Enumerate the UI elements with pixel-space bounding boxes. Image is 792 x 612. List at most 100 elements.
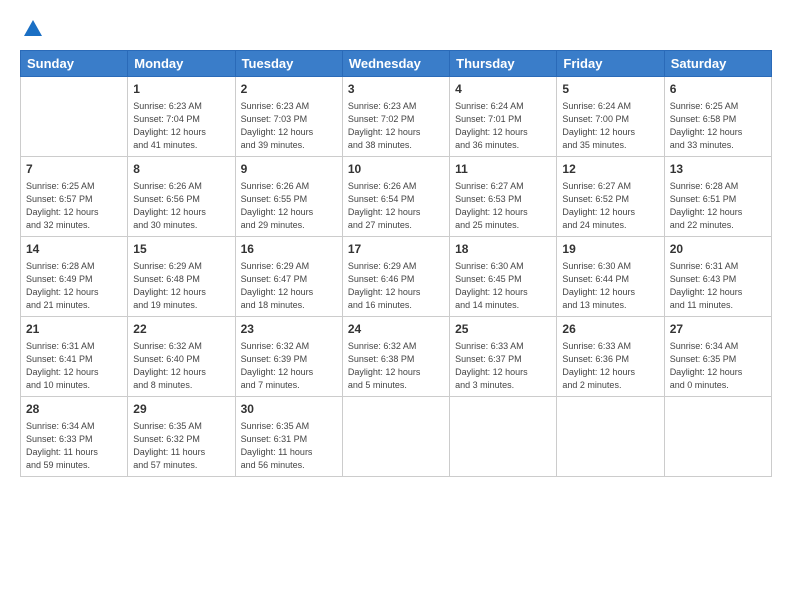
day-info: Sunrise: 6:24 AM Sunset: 7:00 PM Dayligh… (562, 100, 658, 152)
day-number: 13 (670, 161, 766, 178)
day-info: Sunrise: 6:28 AM Sunset: 6:49 PM Dayligh… (26, 260, 122, 312)
calendar-cell: 28 Sunrise: 6:34 AM Sunset: 6:33 PM Dayli… (21, 396, 128, 476)
calendar-cell (557, 396, 664, 476)
weekday-header-saturday: Saturday (664, 51, 771, 77)
calendar-cell (342, 396, 449, 476)
day-number: 8 (133, 161, 229, 178)
calendar-cell: 11Sunrise: 6:27 AM Sunset: 6:53 PM Dayli… (450, 156, 557, 236)
day-info: Sunrise: 6:26 AM Sunset: 6:55 PM Dayligh… (241, 180, 337, 232)
week-row-1: 7 Sunrise: 6:25 AM Sunset: 6:57 PM Daylig… (21, 156, 772, 236)
day-info: Sunrise: 6:35 AM Sunset: 6:32 PM Dayligh… (133, 420, 229, 472)
day-info: Sunrise: 6:28 AM Sunset: 6:51 PM Dayligh… (670, 180, 766, 232)
calendar-cell: 21 Sunrise: 6:31 AM Sunset: 6:41 PM Dayli… (21, 316, 128, 396)
day-number: 24 (348, 321, 444, 338)
day-number: 6 (670, 81, 766, 98)
day-number: 29 (133, 401, 229, 418)
calendar-cell: 4 Sunrise: 6:24 AM Sunset: 7:01 PM Daylig… (450, 77, 557, 157)
calendar-cell: 30 Sunrise: 6:35 AM Sunset: 6:31 PM Dayli… (235, 396, 342, 476)
week-row-4: 28 Sunrise: 6:34 AM Sunset: 6:33 PM Dayli… (21, 396, 772, 476)
calendar-cell: 9 Sunrise: 6:26 AM Sunset: 6:55 PM Daylig… (235, 156, 342, 236)
day-number: 30 (241, 401, 337, 418)
day-info: Sunrise: 6:33 AM Sunset: 6:37 PM Dayligh… (455, 340, 551, 392)
week-row-3: 21 Sunrise: 6:31 AM Sunset: 6:41 PM Dayli… (21, 316, 772, 396)
day-number: 20 (670, 241, 766, 258)
calendar-cell (664, 396, 771, 476)
logo-icon (22, 18, 44, 40)
day-number: 19 (562, 241, 658, 258)
weekday-header-sunday: Sunday (21, 51, 128, 77)
calendar-cell: 17 Sunrise: 6:29 AM Sunset: 6:46 PM Dayli… (342, 236, 449, 316)
calendar-cell: 24 Sunrise: 6:32 AM Sunset: 6:38 PM Dayli… (342, 316, 449, 396)
day-info: Sunrise: 6:32 AM Sunset: 6:38 PM Dayligh… (348, 340, 444, 392)
day-number: 15 (133, 241, 229, 258)
day-info: Sunrise: 6:25 AM Sunset: 6:57 PM Dayligh… (26, 180, 122, 232)
day-info: Sunrise: 6:27 AM Sunset: 6:52 PM Dayligh… (562, 180, 658, 232)
day-number: 2 (241, 81, 337, 98)
calendar-cell: 2 Sunrise: 6:23 AM Sunset: 7:03 PM Daylig… (235, 77, 342, 157)
day-info: Sunrise: 6:33 AM Sunset: 6:36 PM Dayligh… (562, 340, 658, 392)
day-number: 26 (562, 321, 658, 338)
day-info: Sunrise: 6:32 AM Sunset: 6:39 PM Dayligh… (241, 340, 337, 392)
day-info: Sunrise: 6:23 AM Sunset: 7:04 PM Dayligh… (133, 100, 229, 152)
calendar-cell: 29 Sunrise: 6:35 AM Sunset: 6:32 PM Dayli… (128, 396, 235, 476)
day-number: 22 (133, 321, 229, 338)
weekday-header-friday: Friday (557, 51, 664, 77)
day-info: Sunrise: 6:34 AM Sunset: 6:35 PM Dayligh… (670, 340, 766, 392)
weekday-header-row: SundayMondayTuesdayWednesdayThursdayFrid… (21, 51, 772, 77)
calendar-cell: 7 Sunrise: 6:25 AM Sunset: 6:57 PM Daylig… (21, 156, 128, 236)
day-info: Sunrise: 6:31 AM Sunset: 6:43 PM Dayligh… (670, 260, 766, 312)
day-number: 16 (241, 241, 337, 258)
calendar-cell: 16 Sunrise: 6:29 AM Sunset: 6:47 PM Dayli… (235, 236, 342, 316)
weekday-header-wednesday: Wednesday (342, 51, 449, 77)
day-number: 28 (26, 401, 122, 418)
calendar-cell: 26 Sunrise: 6:33 AM Sunset: 6:36 PM Dayli… (557, 316, 664, 396)
day-number: 7 (26, 161, 122, 178)
calendar-cell: 14 Sunrise: 6:28 AM Sunset: 6:49 PM Dayli… (21, 236, 128, 316)
day-info: Sunrise: 6:29 AM Sunset: 6:48 PM Dayligh… (133, 260, 229, 312)
calendar-cell: 25 Sunrise: 6:33 AM Sunset: 6:37 PM Dayli… (450, 316, 557, 396)
day-info: Sunrise: 6:23 AM Sunset: 7:03 PM Dayligh… (241, 100, 337, 152)
day-info: Sunrise: 6:31 AM Sunset: 6:41 PM Dayligh… (26, 340, 122, 392)
calendar-cell: 1Sunrise: 6:23 AM Sunset: 7:04 PM Daylig… (128, 77, 235, 157)
day-info: Sunrise: 6:26 AM Sunset: 6:54 PM Dayligh… (348, 180, 444, 232)
calendar-cell: 18Sunrise: 6:30 AM Sunset: 6:45 PM Dayli… (450, 236, 557, 316)
day-number: 27 (670, 321, 766, 338)
week-row-2: 14 Sunrise: 6:28 AM Sunset: 6:49 PM Dayli… (21, 236, 772, 316)
calendar-cell (21, 77, 128, 157)
calendar-cell: 27 Sunrise: 6:34 AM Sunset: 6:35 PM Dayli… (664, 316, 771, 396)
day-number: 4 (455, 81, 551, 98)
day-info: Sunrise: 6:29 AM Sunset: 6:46 PM Dayligh… (348, 260, 444, 312)
calendar-cell: 20 Sunrise: 6:31 AM Sunset: 6:43 PM Dayli… (664, 236, 771, 316)
day-number: 25 (455, 321, 551, 338)
day-number: 5 (562, 81, 658, 98)
day-info: Sunrise: 6:35 AM Sunset: 6:31 PM Dayligh… (241, 420, 337, 472)
calendar-cell: 13 Sunrise: 6:28 AM Sunset: 6:51 PM Dayli… (664, 156, 771, 236)
calendar-cell: 8Sunrise: 6:26 AM Sunset: 6:56 PM Daylig… (128, 156, 235, 236)
calendar-cell: 23Sunrise: 6:32 AM Sunset: 6:39 PM Dayli… (235, 316, 342, 396)
day-number: 21 (26, 321, 122, 338)
calendar-cell: 5 Sunrise: 6:24 AM Sunset: 7:00 PM Daylig… (557, 77, 664, 157)
calendar-table: SundayMondayTuesdayWednesdayThursdayFrid… (20, 50, 772, 477)
day-info: Sunrise: 6:24 AM Sunset: 7:01 PM Dayligh… (455, 100, 551, 152)
logo (20, 18, 44, 40)
day-number: 14 (26, 241, 122, 258)
weekday-header-monday: Monday (128, 51, 235, 77)
day-number: 9 (241, 161, 337, 178)
day-number: 17 (348, 241, 444, 258)
day-number: 11 (455, 161, 551, 178)
day-info: Sunrise: 6:25 AM Sunset: 6:58 PM Dayligh… (670, 100, 766, 152)
day-number: 10 (348, 161, 444, 178)
day-info: Sunrise: 6:29 AM Sunset: 6:47 PM Dayligh… (241, 260, 337, 312)
calendar-cell (450, 396, 557, 476)
day-info: Sunrise: 6:23 AM Sunset: 7:02 PM Dayligh… (348, 100, 444, 152)
calendar-cell: 6 Sunrise: 6:25 AM Sunset: 6:58 PM Daylig… (664, 77, 771, 157)
calendar-cell: 12 Sunrise: 6:27 AM Sunset: 6:52 PM Dayli… (557, 156, 664, 236)
calendar-cell: 10 Sunrise: 6:26 AM Sunset: 6:54 PM Dayli… (342, 156, 449, 236)
weekday-header-tuesday: Tuesday (235, 51, 342, 77)
header (20, 18, 772, 40)
day-number: 12 (562, 161, 658, 178)
day-info: Sunrise: 6:34 AM Sunset: 6:33 PM Dayligh… (26, 420, 122, 472)
weekday-header-thursday: Thursday (450, 51, 557, 77)
week-row-0: 1Sunrise: 6:23 AM Sunset: 7:04 PM Daylig… (21, 77, 772, 157)
page: SundayMondayTuesdayWednesdayThursdayFrid… (0, 0, 792, 612)
